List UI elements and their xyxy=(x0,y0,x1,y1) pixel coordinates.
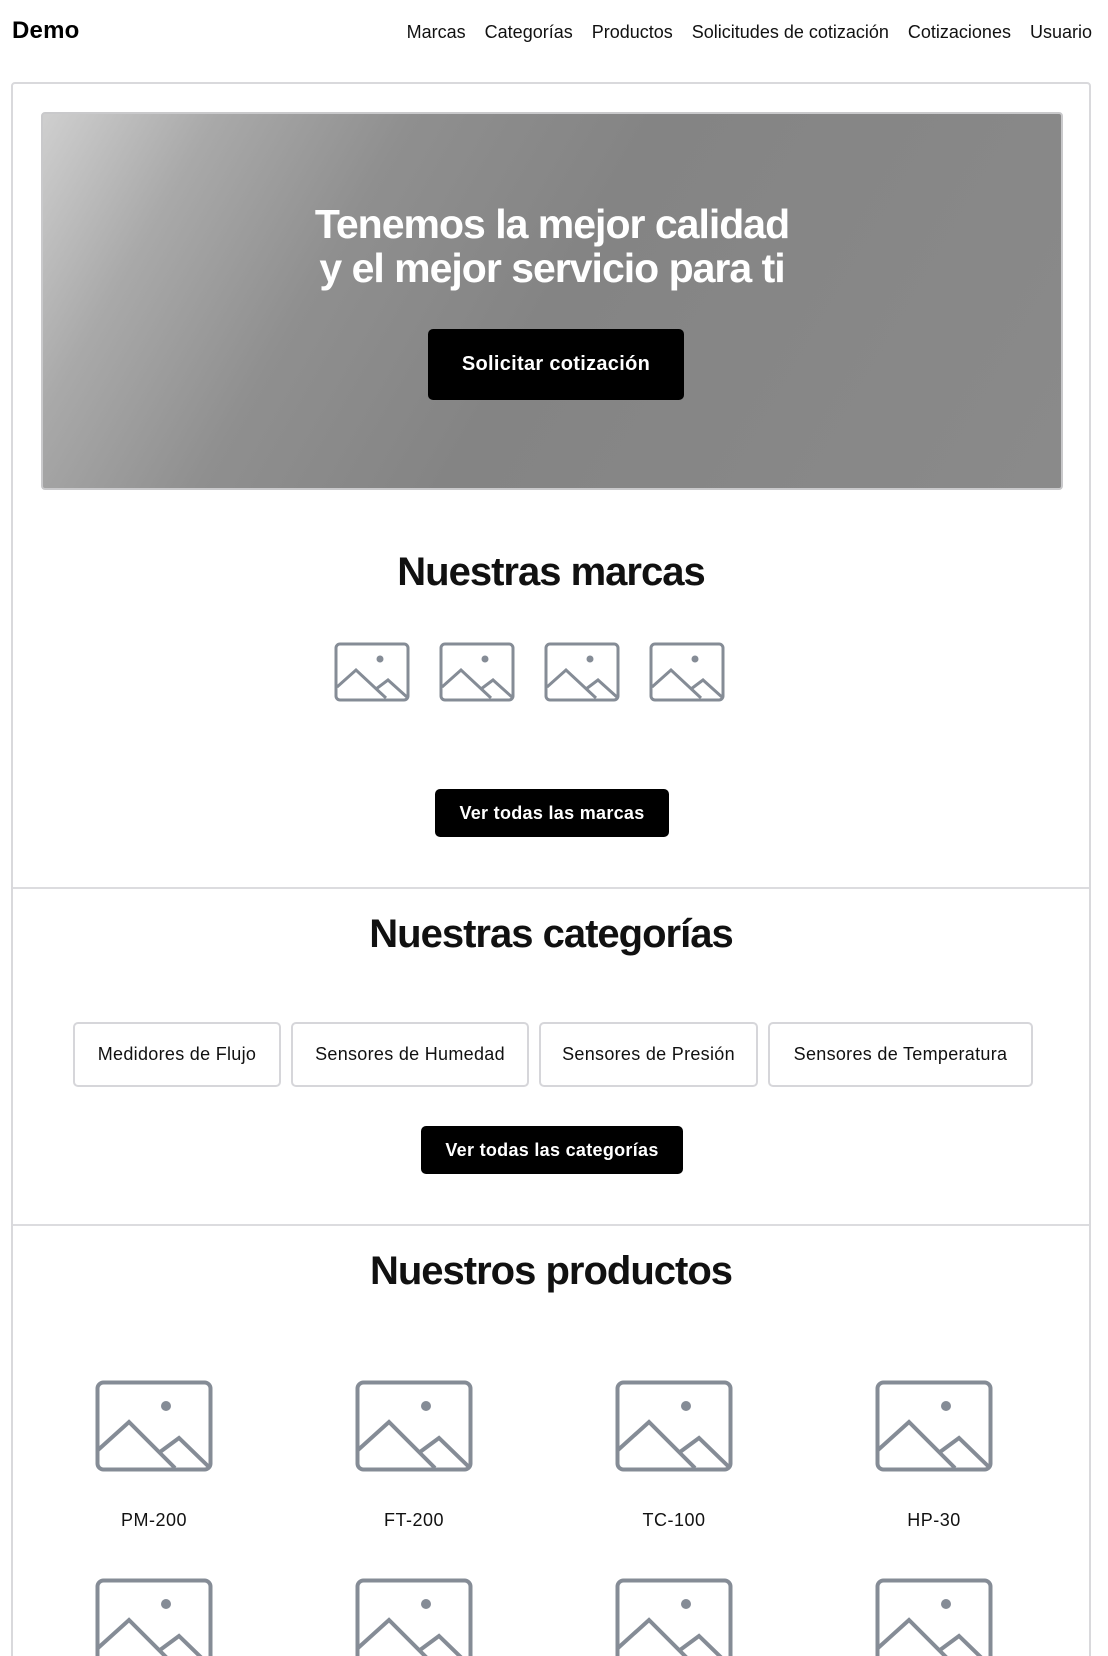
nav-usuario[interactable]: Usuario xyxy=(1030,22,1092,43)
hero-title-line2: y el mejor servicio para ti xyxy=(319,245,785,291)
nav-solicitudes[interactable]: Solicitudes de cotización xyxy=(692,22,889,43)
view-all-categories-button[interactable]: Ver todas las categorías xyxy=(421,1126,683,1174)
view-all-brands-button[interactable]: Ver todas las marcas xyxy=(435,789,669,837)
main-container: Tenemos la mejor calidad y el mejor serv… xyxy=(11,82,1091,1656)
hero-banner: Tenemos la mejor calidad y el mejor serv… xyxy=(41,112,1063,490)
nav-productos[interactable]: Productos xyxy=(592,22,673,43)
product-label[interactable]: HP-30 xyxy=(804,1510,1064,1531)
category-chip[interactable]: Sensores de Temperatura xyxy=(768,1022,1033,1087)
hero-title-line1: Tenemos la mejor calidad xyxy=(314,201,790,247)
image-placeholder-icon[interactable] xyxy=(544,642,620,702)
product-label[interactable]: PM-200 xyxy=(24,1510,284,1531)
nav-categorias[interactable]: Categorías xyxy=(485,22,573,43)
image-placeholder-icon[interactable] xyxy=(334,642,410,702)
nav-marcas[interactable]: Marcas xyxy=(407,22,466,43)
request-quote-button[interactable]: Solicitar cotización xyxy=(428,329,684,400)
section-divider xyxy=(13,887,1089,889)
product-label[interactable]: FT-200 xyxy=(284,1510,544,1531)
image-placeholder-icon xyxy=(355,1578,473,1656)
category-chip[interactable]: Sensores de Presión xyxy=(539,1022,758,1087)
image-placeholder-icon xyxy=(875,1578,993,1656)
product-label[interactable]: TC-100 xyxy=(544,1510,804,1531)
image-placeholder-icon[interactable] xyxy=(649,642,725,702)
brand-logo[interactable]: Demo xyxy=(12,17,79,45)
image-placeholder-icon xyxy=(95,1380,213,1472)
category-chip[interactable]: Sensores de Humedad xyxy=(291,1022,529,1087)
image-placeholder-icon xyxy=(95,1578,213,1656)
image-placeholder-icon xyxy=(615,1380,733,1472)
image-placeholder-icon[interactable] xyxy=(439,642,515,702)
brand-logo-list xyxy=(334,642,725,702)
top-navbar: Demo Marcas Categorías Productos Solicit… xyxy=(0,0,1108,66)
image-placeholder-icon xyxy=(875,1380,993,1472)
main-nav: Marcas Categorías Productos Solicitudes … xyxy=(388,22,1092,43)
hero-title: Tenemos la mejor calidad y el mejor serv… xyxy=(43,202,1061,290)
products-title: Nuestros productos xyxy=(369,1249,733,1293)
categories-title: Nuestras categorías xyxy=(369,912,733,956)
nav-cotizaciones[interactable]: Cotizaciones xyxy=(908,22,1011,43)
category-list: Medidores de Flujo Sensores de Humedad S… xyxy=(73,1022,1033,1087)
image-placeholder-icon xyxy=(615,1578,733,1656)
image-placeholder-icon xyxy=(355,1380,473,1472)
brands-title: Nuestras marcas xyxy=(397,550,705,594)
section-divider xyxy=(13,1224,1089,1226)
category-chip[interactable]: Medidores de Flujo xyxy=(73,1022,281,1087)
